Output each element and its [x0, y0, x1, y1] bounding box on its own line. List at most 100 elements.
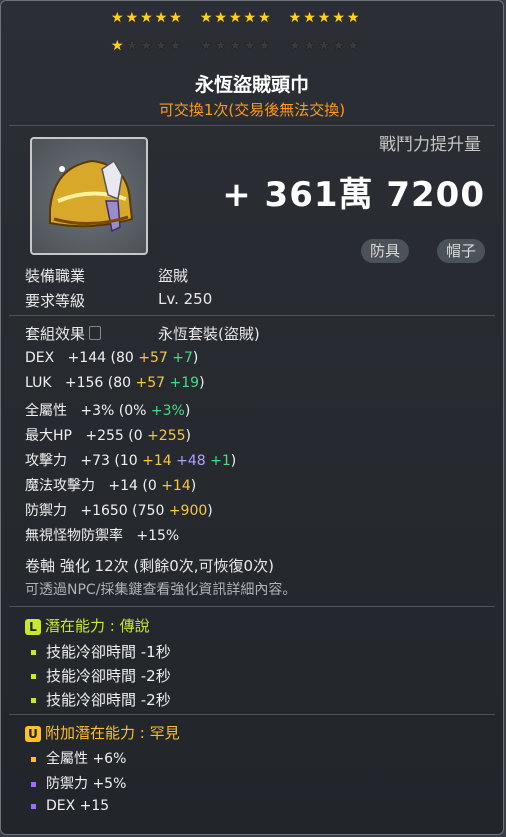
star-icon: ★ [258, 10, 271, 26]
lock-icon [89, 326, 102, 340]
req-level-label: 要求等級 [25, 292, 86, 310]
bullet-icon [31, 781, 36, 787]
stat-bonus: +57 [135, 375, 166, 391]
stat-close: ) [190, 478, 197, 494]
star-empty-icon: ★ [169, 38, 182, 54]
star-empty-icon: ★ [332, 38, 345, 54]
stat-bonus: +14 [142, 453, 172, 469]
star-empty-icon: ★ [243, 38, 257, 54]
star-icon: ★ [169, 10, 182, 26]
additional-potential-title: 附加潛在能力 : 罕見 [45, 724, 180, 742]
star-icon: ★ [228, 10, 242, 26]
star-empty-icon: ★ [258, 38, 271, 54]
divider [9, 315, 495, 316]
stat-name: 無視怪物防禦率 [25, 528, 123, 544]
stat-scroll: +48 [176, 453, 206, 469]
star-empty-icon: ★ [346, 38, 360, 54]
potential-line: 技能冷卻時間 -2秒 [31, 665, 171, 686]
star-icon: ★ [154, 10, 168, 26]
stat-close: ) [185, 428, 191, 444]
potential-line-text: 技能冷卻時間 -1秒 [46, 643, 171, 661]
stat-name: 防禦力 [25, 503, 67, 519]
stat-bonus: +14 [161, 478, 191, 494]
stat-name: 攻擊力 [25, 453, 67, 469]
star-icon: ★ [317, 10, 331, 26]
set-effect-label: 套組效果 [25, 325, 86, 343]
star-empty-icon: ★ [228, 38, 242, 54]
star-icon: ★ [214, 10, 227, 26]
bullet-icon [31, 756, 36, 762]
potential-line: 技能冷卻時間 -2秒 [31, 689, 171, 710]
bullet-icon [31, 650, 36, 655]
additional-line-text: 全屬性 +6% [46, 751, 127, 767]
stat-row: 魔法攻擊力 +14 (0 +14) [25, 475, 196, 495]
additional-line-text: DEX +15 [46, 798, 110, 814]
star-row-2: ★ ★ ★ ★ ★ ★ ★ ★ ★ ★ ★ ★ ★ ★ ★ [111, 39, 411, 57]
stat-base: (10 [114, 453, 138, 469]
additional-line: 防禦力 +5% [31, 773, 126, 793]
req-job-value: 盜賊 [158, 267, 189, 285]
stat-base: (750 [132, 503, 165, 519]
unique-badge-icon: U [25, 726, 41, 742]
stat-bonus: +900 [168, 503, 208, 519]
stat-row: 最大HP +255 (0 +255) [25, 425, 191, 445]
combat-power-label: 戰鬥力提升量 [379, 135, 481, 155]
legendary-badge-icon: L [25, 619, 41, 635]
stat-bonus: +255 [147, 428, 186, 444]
stat-row: 防禦力 +1650 (750 +900) [25, 500, 213, 520]
potential-line: 技能冷卻時間 -1秒 [31, 641, 171, 662]
stat-total: +1650 [80, 503, 128, 519]
star-empty-icon: ★ [288, 38, 302, 54]
stat-total: +15% [136, 528, 180, 544]
star-icon: ★ [332, 10, 345, 26]
stat-close: ) [184, 403, 191, 419]
stat-row: DEX +144 (80 +57 +7) [25, 350, 198, 366]
tag-armor: 防具 [360, 239, 409, 263]
divider [9, 606, 495, 607]
bullet-icon [31, 698, 36, 703]
stat-enhance: +3% [150, 403, 185, 419]
stat-total: +3% [80, 403, 115, 419]
stat-enhance: +7 [172, 350, 193, 366]
stat-name: DEX [25, 350, 55, 366]
additional-line-text: 防禦力 +5% [46, 776, 127, 792]
stat-bonus: +57 [138, 350, 168, 366]
bullet-icon [31, 803, 36, 809]
stat-close: ) [199, 375, 205, 391]
star-icon: ★ [111, 38, 124, 54]
info-note: 可透過NPC/採集鍵查看強化資訊詳細內容。 [25, 582, 297, 598]
additional-potential-header: U 附加潛在能力 : 罕見 [25, 722, 180, 743]
stat-close: ) [207, 503, 213, 519]
stat-name: 最大HP [25, 428, 72, 444]
potential-line-text: 技能冷卻時間 -2秒 [46, 667, 171, 685]
star-icon: ★ [199, 10, 213, 26]
star-icon: ★ [303, 10, 316, 26]
combat-power-value: + 361萬 7200 [222, 175, 485, 215]
stat-base: (80 [107, 375, 132, 391]
divider [9, 714, 495, 715]
star-icon: ★ [243, 10, 257, 26]
star-force: ★ ★ ★ ★ ★ ★ ★ ★ ★ ★ ★ ★ ★ ★ ★ ★ ★ ★ ★ ★ ★ ★ ★ ★ ★ ★ ★ ★ ★ ★ [111, 11, 411, 67]
star-empty-icon: ★ [140, 38, 153, 54]
star-icon: ★ [288, 10, 302, 26]
stat-enhance: +19 [169, 375, 200, 391]
stat-base: (0% [118, 403, 147, 419]
req-level-value: Lv. 250 [158, 290, 213, 308]
star-empty-icon: ★ [303, 38, 316, 54]
star-empty-icon: ★ [199, 38, 213, 54]
star-icon: ★ [125, 10, 139, 26]
stat-enhance: +1 [210, 453, 231, 469]
stat-name: LUK [25, 375, 52, 391]
req-job: 裝備職業 盜賊 [25, 265, 188, 286]
stat-base: (0 [128, 428, 143, 444]
stat-name: 全屬性 [25, 403, 67, 419]
stat-close: ) [192, 350, 199, 366]
star-empty-icon: ★ [214, 38, 227, 54]
set-effect-value: 永恆套裝(盜賊) [158, 325, 260, 343]
stat-base: (80 [110, 350, 134, 366]
stat-row: 全屬性 +3% (0% +3%) [25, 400, 190, 420]
star-icon: ★ [346, 10, 360, 26]
stat-base: (0 [142, 478, 157, 494]
stat-close: ) [230, 453, 237, 469]
bullet-icon [31, 674, 36, 679]
